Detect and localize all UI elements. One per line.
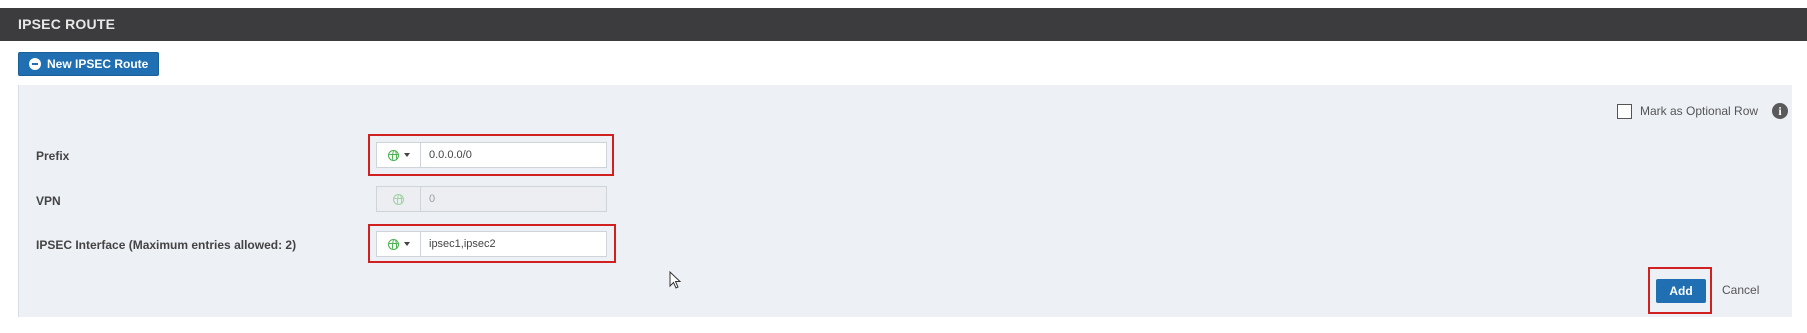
top-strip [0,0,1807,8]
highlight-box-prefix [368,134,614,176]
vpn-label: VPN [36,194,61,208]
info-icon[interactable]: i [1772,103,1789,119]
new-ipsec-route-button[interactable]: New IPSEC Route [18,52,160,76]
ipsec-interface-label: IPSEC Interface (Maximum entries allowed… [36,238,297,252]
globe-icon [393,193,404,205]
new-ipsec-route-label: New IPSEC Route [47,57,149,71]
mouse-cursor-icon [669,271,682,289]
plus-circle-icon [29,58,41,70]
vpn-input [420,186,607,212]
prefix-label: Prefix [36,149,70,163]
vpn-field [376,186,607,212]
section-header: IPSEC ROUTE [0,8,1807,41]
section-title: IPSEC ROUTE [18,16,116,32]
optional-row-checkbox[interactable] [1617,103,1632,119]
cancel-button[interactable]: Cancel [1722,283,1759,297]
optional-row-toggle: Mark as Optional Row i [1617,103,1789,119]
vpn-scope-dropdown [376,186,420,212]
form-panel [18,85,1792,317]
highlight-box-ipsec-interface [368,224,616,263]
highlight-box-add [1648,267,1712,314]
optional-row-label: Mark as Optional Row [1640,104,1759,118]
panel-left-border [18,85,19,317]
